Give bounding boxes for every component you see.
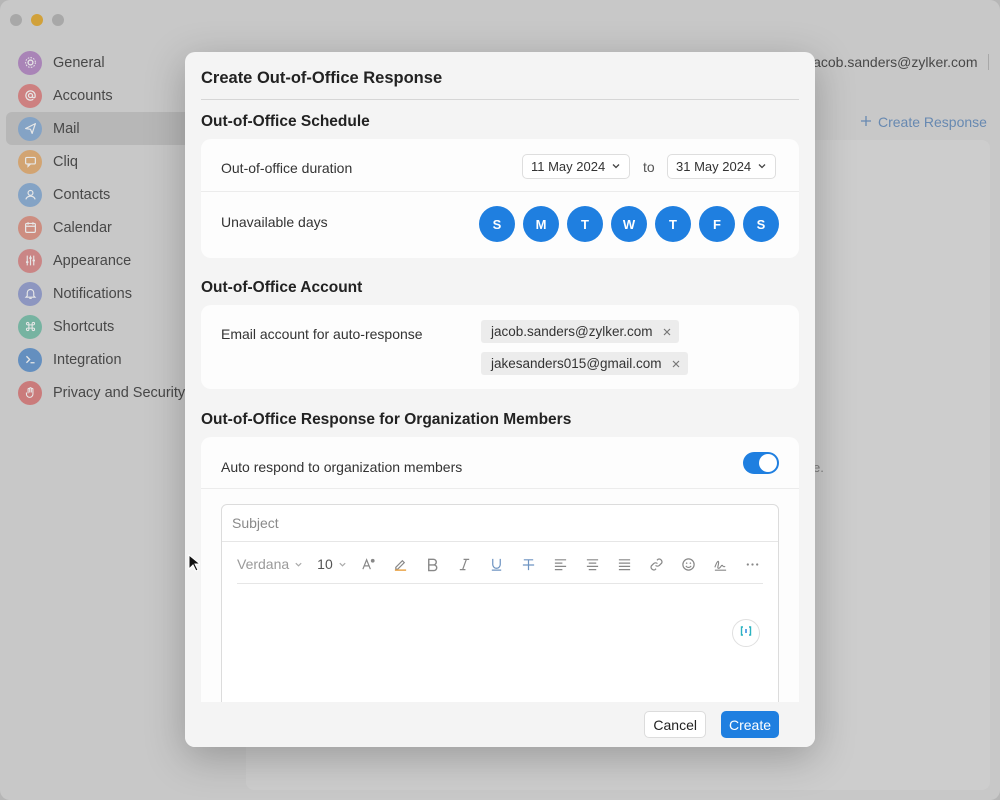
to-label: to bbox=[643, 159, 655, 175]
section-title-schedule: Out-of-Office Schedule bbox=[201, 113, 370, 130]
dialog-title: Create Out-of-Office Response bbox=[201, 69, 443, 87]
email-chip-label: jacob.sanders@zylker.com bbox=[491, 324, 653, 339]
close-icon[interactable] bbox=[672, 356, 680, 371]
divider bbox=[237, 583, 763, 584]
emoji-icon[interactable] bbox=[673, 553, 705, 575]
font-size-select[interactable]: 10 bbox=[317, 556, 347, 572]
unavailable-days-label: Unavailable days bbox=[221, 214, 328, 230]
divider bbox=[201, 488, 799, 489]
email-chip: jakesanders015@gmail.com bbox=[481, 352, 688, 375]
subject-input[interactable]: Subject bbox=[232, 515, 279, 531]
email-chip-label: jakesanders015@gmail.com bbox=[491, 356, 662, 371]
divider bbox=[222, 541, 778, 542]
unavailable-days-selector: S M T W T F S bbox=[479, 206, 779, 242]
duration-label: Out-of-office duration bbox=[221, 160, 353, 176]
day-toggle-sunday[interactable]: S bbox=[479, 206, 515, 242]
italic-icon[interactable] bbox=[449, 553, 481, 575]
align-center-icon[interactable] bbox=[577, 553, 609, 575]
start-date-value: 11 May 2024 bbox=[531, 159, 606, 174]
create-ooo-dialog: Create Out-of-Office Response Out-of-Off… bbox=[185, 52, 815, 747]
font-size-value: 10 bbox=[317, 556, 333, 572]
formatting-toolbar: Verdana 10 bbox=[237, 553, 769, 575]
account-card: Email account for auto-response jacob.sa… bbox=[201, 305, 799, 389]
highlight-icon[interactable] bbox=[385, 553, 417, 575]
font-family-value: Verdana bbox=[237, 556, 290, 572]
day-toggle-friday[interactable]: F bbox=[699, 206, 735, 242]
underline-icon[interactable] bbox=[481, 553, 513, 575]
strikethrough-icon[interactable] bbox=[513, 553, 545, 575]
day-toggle-thursday[interactable]: T bbox=[655, 206, 691, 242]
align-justify-icon[interactable] bbox=[609, 553, 641, 575]
text-color-icon[interactable] bbox=[353, 553, 385, 575]
signature-icon[interactable] bbox=[705, 553, 737, 575]
org-response-card: Auto respond to organization members Sub… bbox=[201, 437, 799, 747]
ai-assistant-icon bbox=[739, 624, 753, 643]
mouse-pointer-icon bbox=[188, 554, 200, 572]
chevron-down-icon bbox=[294, 556, 303, 572]
more-options-icon[interactable] bbox=[737, 553, 769, 575]
start-date-picker[interactable]: 11 May 2024 bbox=[522, 154, 631, 179]
chevron-down-icon bbox=[338, 556, 347, 572]
end-date-picker[interactable]: 31 May 2024 bbox=[667, 154, 777, 179]
day-toggle-wednesday[interactable]: W bbox=[611, 206, 647, 242]
divider bbox=[201, 191, 799, 192]
font-family-select[interactable]: Verdana bbox=[237, 556, 303, 572]
email-account-label: Email account for auto-response bbox=[221, 326, 423, 342]
day-toggle-saturday[interactable]: S bbox=[743, 206, 779, 242]
ai-assistant-button[interactable] bbox=[732, 619, 760, 647]
day-toggle-tuesday[interactable]: T bbox=[567, 206, 603, 242]
schedule-card: Out-of-office duration 11 May 2024 to 31… bbox=[201, 139, 799, 258]
email-chip: jacob.sanders@zylker.com bbox=[481, 320, 679, 343]
bold-icon[interactable] bbox=[417, 553, 449, 575]
close-icon[interactable] bbox=[663, 324, 671, 339]
link-icon[interactable] bbox=[641, 553, 673, 575]
divider bbox=[201, 99, 799, 100]
end-date-value: 31 May 2024 bbox=[676, 159, 752, 174]
cancel-button[interactable]: Cancel bbox=[644, 711, 706, 738]
chevron-down-icon bbox=[757, 159, 767, 174]
chevron-down-icon bbox=[611, 159, 621, 174]
auto-respond-toggle[interactable] bbox=[743, 452, 779, 474]
align-left-icon[interactable] bbox=[545, 553, 577, 575]
section-title-account: Out-of-Office Account bbox=[201, 279, 363, 296]
section-title-org-members: Out-of-Office Response for Organization … bbox=[201, 411, 572, 428]
create-button[interactable]: Create bbox=[720, 711, 779, 738]
auto-respond-label: Auto respond to organization members bbox=[221, 459, 463, 475]
dialog-footer: Cancel Create bbox=[185, 702, 815, 747]
day-toggle-monday[interactable]: M bbox=[523, 206, 559, 242]
